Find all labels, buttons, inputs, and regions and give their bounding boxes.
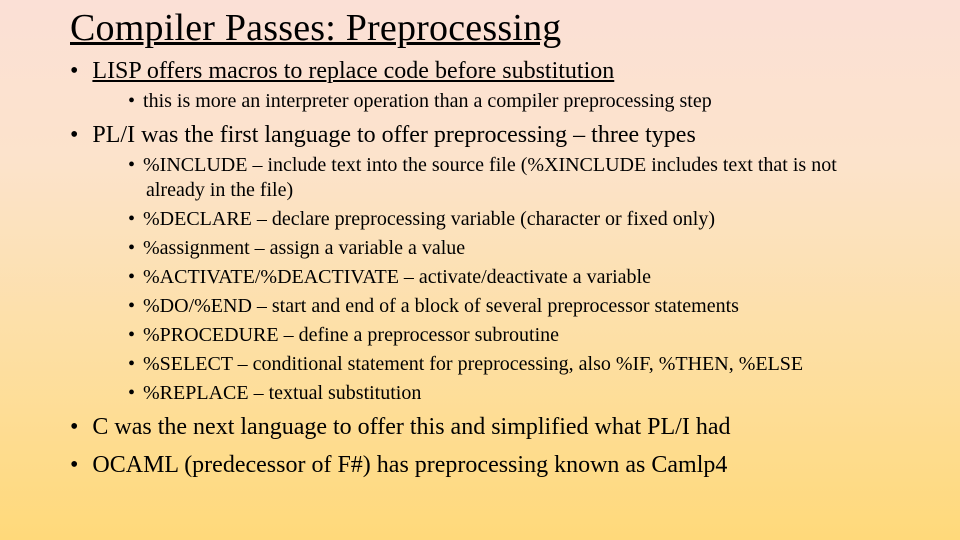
- list-item-text: %DO/%END – start and end of a block of s…: [143, 295, 739, 317]
- list-item-text: %SELECT – conditional statement for prep…: [143, 353, 803, 375]
- bullet-pl1: PL/I was the first language to offer pre…: [70, 120, 890, 406]
- list-item: %PROCEDURE – define a preprocessor subro…: [128, 323, 890, 348]
- list-item: %DECLARE – declare preprocessing variabl…: [128, 207, 890, 232]
- list-item-text: %DECLARE – declare preprocessing variabl…: [143, 208, 715, 230]
- bullet-lisp: LISP offers macros to replace code befor…: [70, 56, 890, 114]
- list-item: %ACTIVATE/%DEACTIVATE – activate/deactiv…: [128, 265, 890, 290]
- list-item-text: this is more an interpreter operation th…: [143, 90, 712, 112]
- bullet-lisp-text: LISP offers macros to replace code befor…: [92, 58, 614, 84]
- list-item: %INCLUDE – include text into the source …: [128, 153, 890, 203]
- bullet-c: C was the next language to offer this an…: [70, 412, 890, 443]
- bullet-pl1-text: PL/I was the first language to offer pre…: [92, 122, 695, 148]
- bullet-ocaml: OCAML (predecessor of F#) has preprocess…: [70, 450, 890, 481]
- list-item: %REPLACE – textual substitution: [128, 381, 890, 406]
- bullet-lisp-sublist: this is more an interpreter operation th…: [128, 89, 890, 114]
- list-item: %assignment – assign a variable a value: [128, 236, 890, 261]
- list-item-text: %assignment – assign a variable a value: [143, 237, 465, 259]
- bullet-c-text: C was the next language to offer this an…: [92, 414, 730, 440]
- bullet-ocaml-text: OCAML (predecessor of F#) has preprocess…: [92, 452, 727, 478]
- list-item: this is more an interpreter operation th…: [128, 89, 890, 114]
- list-item: %SELECT – conditional statement for prep…: [128, 352, 890, 377]
- list-item-text: %REPLACE – textual substitution: [143, 382, 421, 404]
- bullet-list: LISP offers macros to replace code befor…: [70, 56, 890, 481]
- slide: Compiler Passes: Preprocessing LISP offe…: [0, 6, 960, 540]
- slide-title: Compiler Passes: Preprocessing: [70, 6, 890, 50]
- list-item-text: %PROCEDURE – define a preprocessor subro…: [143, 324, 559, 346]
- list-item-text: %ACTIVATE/%DEACTIVATE – activate/deactiv…: [143, 266, 651, 288]
- bullet-pl1-sublist: %INCLUDE – include text into the source …: [128, 153, 890, 406]
- list-item-text: %INCLUDE – include text into the source …: [143, 154, 837, 201]
- list-item: %DO/%END – start and end of a block of s…: [128, 294, 890, 319]
